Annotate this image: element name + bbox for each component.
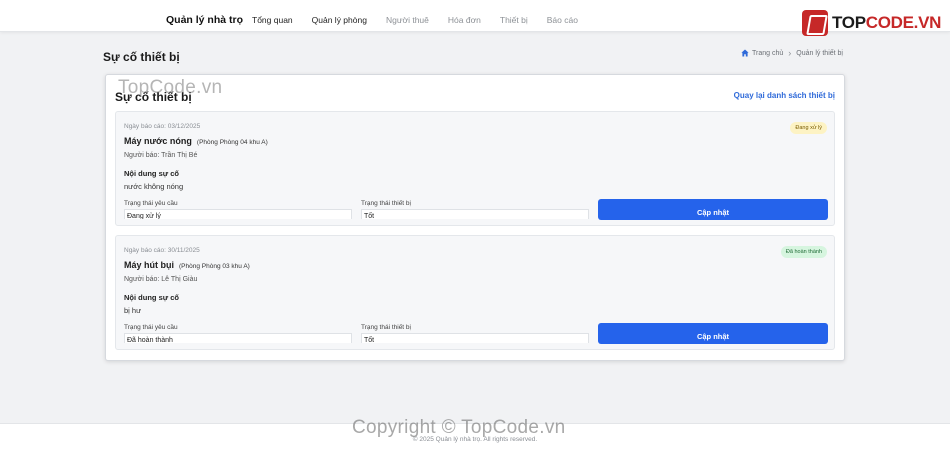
request-status-label: Trạng thái yêu cầu [124, 324, 178, 331]
nav-item-devices[interactable]: Thiết bị [500, 15, 528, 25]
content-text: bị hư [124, 306, 142, 315]
nav-item-reports[interactable]: Báo cáo [547, 15, 578, 25]
main-nav: Tổng quan Quản lý phòng Người thuê Hóa đ… [252, 15, 597, 25]
device-name: Máy hút bụi (Phòng Phòng 03 khu A) [124, 260, 250, 270]
report-date: Ngày báo cáo: 03/12/2025 [124, 123, 201, 130]
footer: © 2025 Quản lý nhà trọ. All rights reser… [0, 423, 950, 451]
page-title: Sự cố thiết bị [103, 50, 180, 64]
nav-item-tenants[interactable]: Người thuê [386, 15, 429, 25]
device-name: Máy nước nóng (Phòng Phòng 04 khu A) [124, 136, 268, 146]
incident-panel: Sự cố thiết bị Quay lại danh sách thiết … [105, 74, 845, 361]
device-name-text: Máy hút bụi [124, 260, 174, 270]
back-to-device-list-link[interactable]: Quay lại danh sách thiết bị [734, 91, 835, 100]
breadcrumb: Trang chủ › Quản lý thiết bị [741, 48, 843, 58]
update-button[interactable]: Cập nhật [598, 199, 828, 220]
app-brand[interactable]: Quản lý nhà trọ [166, 14, 243, 26]
status-badge: Đang xử lý [790, 122, 827, 134]
reporter: Người báo: Trần Thị Bé [124, 152, 198, 159]
request-status-select[interactable]: Đang xử lý [124, 209, 352, 219]
chevron-right-icon: › [788, 48, 792, 58]
content-label: Nội dung sự cố [124, 169, 180, 178]
device-status-label: Trạng thái thiết bị [361, 324, 411, 331]
room-label: (Phòng Phòng 03 khu A) [179, 263, 250, 270]
update-button[interactable]: Cập nhật [598, 323, 828, 344]
footer-copyright: © 2025 Quản lý nhà trọ. All rights reser… [412, 436, 538, 443]
topcode-logo-icon [802, 10, 828, 36]
breadcrumb-home[interactable]: Trang chủ [752, 50, 783, 57]
device-status-select[interactable]: Tốt [361, 333, 589, 343]
room-label: (Phòng Phòng 04 khu A) [196, 139, 268, 146]
reporter: Người báo: Lê Thị Giàu [124, 276, 198, 283]
logo-suffix: CODE.VN [865, 13, 942, 32]
content-text: nước không nóng [124, 182, 184, 191]
nav-item-overview[interactable]: Tổng quan [252, 15, 293, 25]
nav-item-rooms[interactable]: Quản lý phòng [312, 15, 367, 25]
nav-item-invoices[interactable]: Hóa đơn [448, 15, 481, 25]
report-date: Ngày báo cáo: 30/11/2025 [124, 247, 200, 254]
panel-title: Sự cố thiết bị [115, 90, 192, 104]
incident-card: Ngày báo cáo: 03/12/2025 Máy nước nóng (P… [115, 111, 835, 226]
status-badge: Đã hoàn thành [780, 246, 827, 258]
content-label: Nội dung sự cố [124, 293, 180, 302]
device-status-select[interactable]: Tốt [361, 209, 589, 219]
topcode-logo: TOPCODE.VN [802, 10, 941, 36]
device-status-label: Trạng thái thiết bị [361, 200, 411, 207]
breadcrumb-current: Quản lý thiết bị [796, 49, 843, 57]
incident-card: Ngày báo cáo: 30/11/2025 Máy hút bụi (Phò… [115, 235, 835, 350]
topcode-logo-text: TOPCODE.VN [832, 13, 941, 33]
home-icon[interactable] [741, 49, 749, 57]
device-name-text: Máy nước nóng [124, 136, 192, 146]
top-navbar: Quản lý nhà trọ Tổng quan Quản lý phòng … [0, 0, 950, 36]
logo-prefix: TOP [832, 13, 866, 32]
request-status-select[interactable]: Đã hoàn thành [124, 333, 352, 343]
request-status-label: Trạng thái yêu cầu [124, 200, 178, 207]
